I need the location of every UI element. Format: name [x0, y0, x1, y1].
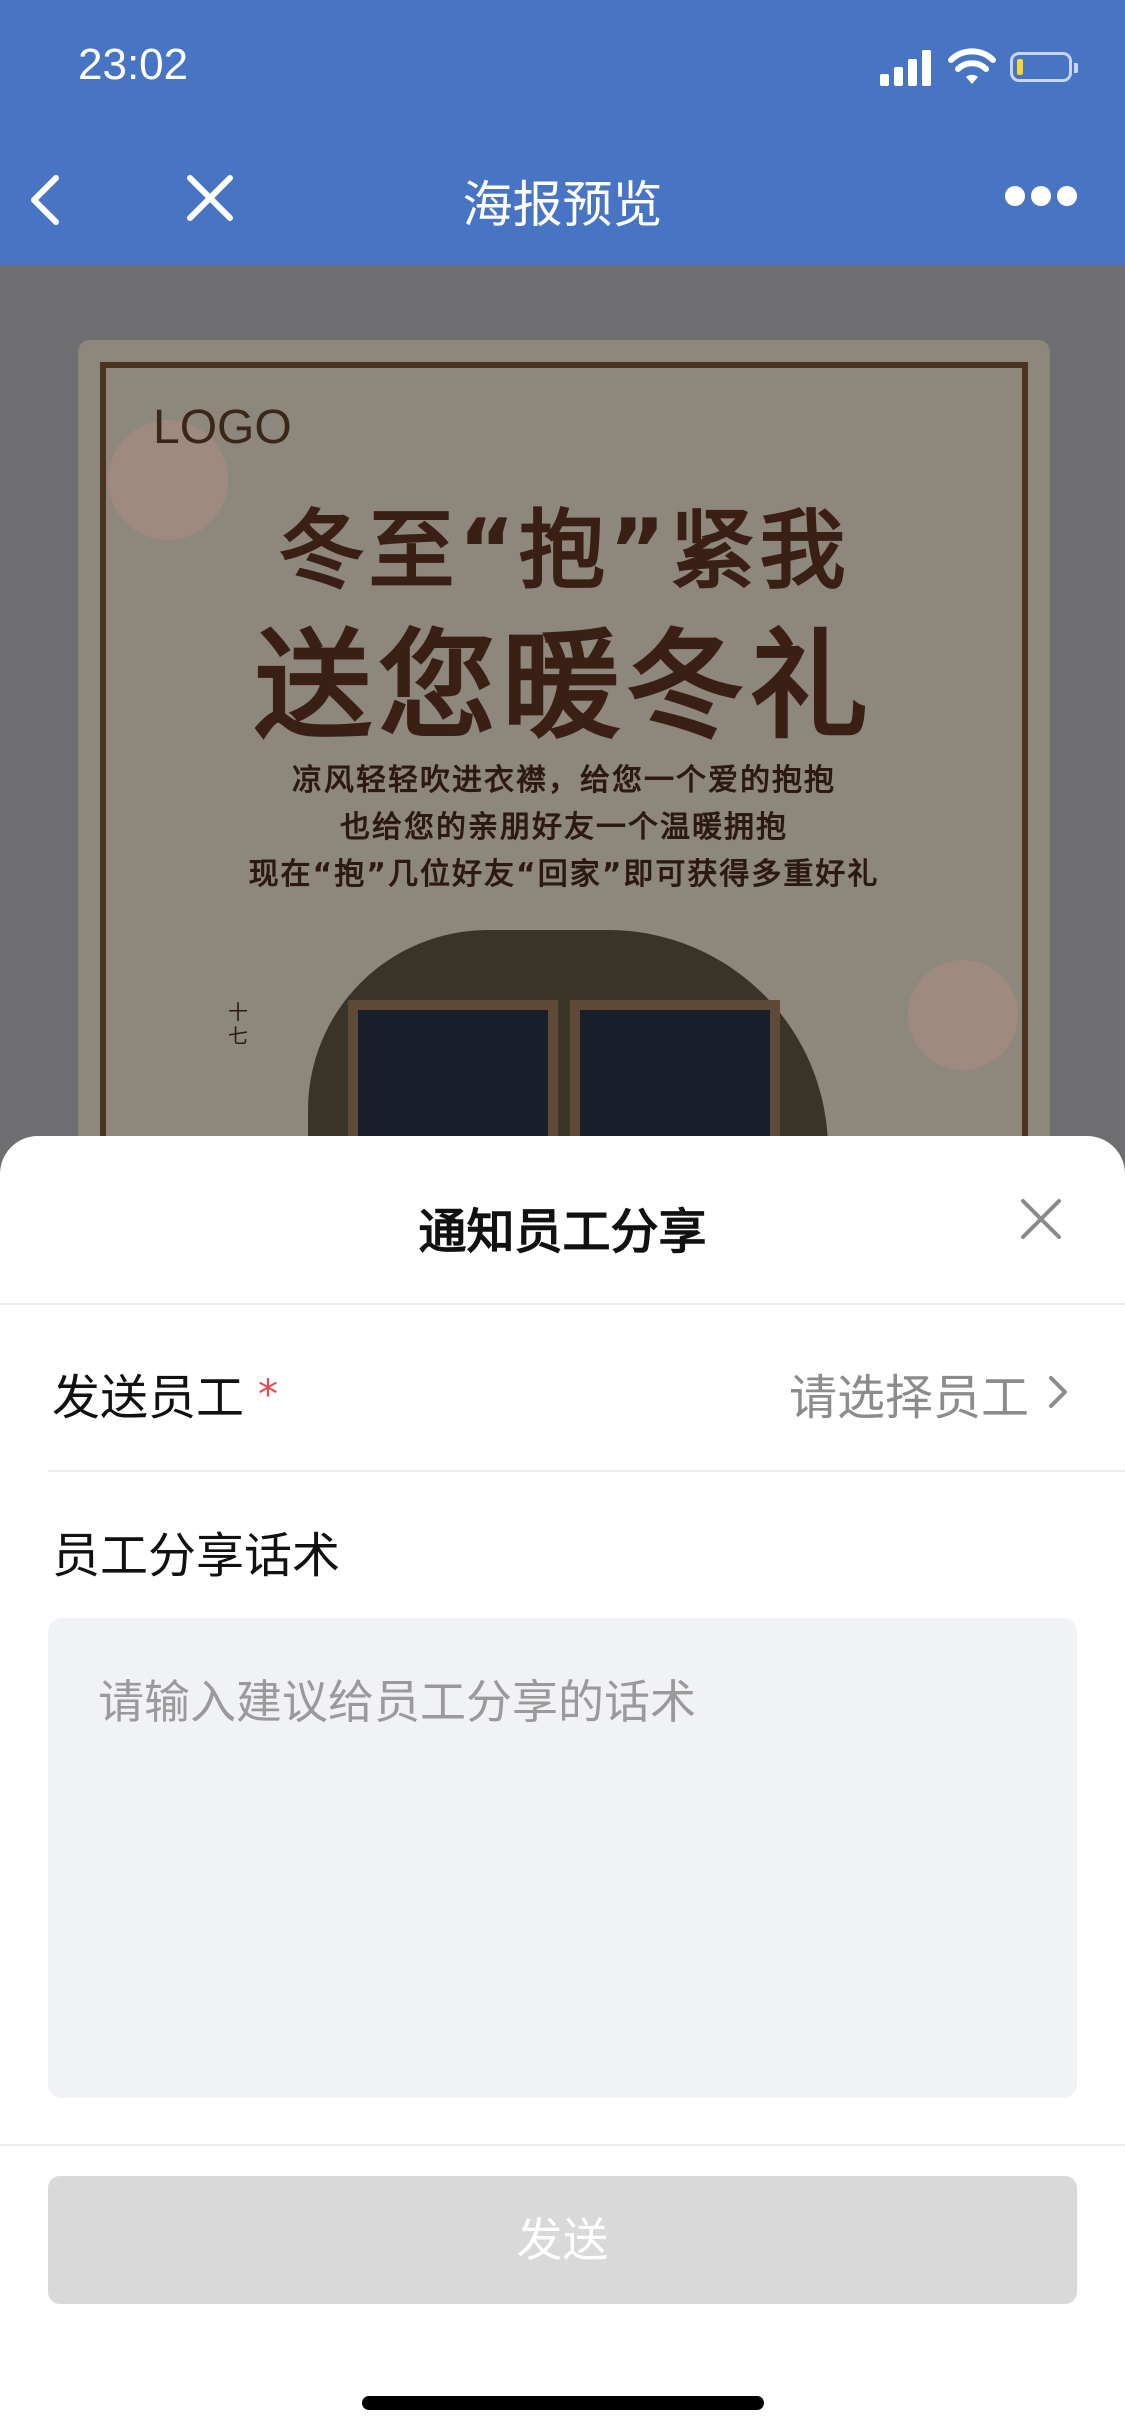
send-button[interactable]: 发送 [48, 2176, 1077, 2304]
poster-preview: LOGO 冬至“抱”紧我 送您暖冬礼 凉风轻轻吹进衣襟，给您一个爱的抱抱 也给您… [78, 340, 1050, 1240]
poster-body-line: 也给您的亲朋好友一个温暖拥抱 [340, 810, 788, 845]
employee-select[interactable]: 请选择员工 [789, 1358, 1029, 1428]
divider [48, 1470, 1125, 1472]
share-script-label: 员工分享话术 [52, 1528, 341, 1584]
required-mark: * [258, 1372, 279, 1418]
sheet-title: 通知员工分享 [418, 1204, 707, 1260]
poster-body-line: 现在“抱”几位好友“回家”即可获得多重好礼 [248, 857, 880, 892]
close-icon[interactable] [1018, 1196, 1064, 1242]
cellular-signal-icon [880, 50, 934, 86]
poster-headline: 冬至“抱”紧我 [278, 501, 850, 601]
share-script-textarea[interactable]: 请输入建议给员工分享的话术 [48, 1618, 1077, 2098]
divider [0, 2144, 1125, 2146]
poster-stamp: 十七 [228, 1000, 248, 1048]
share-bottom-sheet: 通知员工分享 发送员工 * 请选择员工 员工分享话术 请输入建议给员工分享的话术 … [0, 1136, 1125, 2436]
battery-icon [1010, 52, 1078, 82]
send-employee-label-text: 发送员工 [52, 1370, 245, 1426]
chevron-right-icon[interactable] [1043, 1372, 1073, 1412]
poster-logo: LOGO [153, 401, 292, 454]
poster-body-line: 凉风轻轻吹进衣襟，给您一个爱的抱抱 [292, 763, 836, 798]
more-options-icon[interactable] [1005, 186, 1077, 208]
wifi-icon [948, 48, 996, 84]
page-title: 海报预览 [462, 176, 663, 234]
textarea-placeholder: 请输入建议给员工分享的话术 [98, 1675, 696, 1729]
top-bar: 23:02 海报预览 [0, 0, 1125, 265]
divider [0, 1303, 1125, 1305]
status-time: 23:02 [78, 40, 189, 89]
send-employee-label: 发送员工 * [52, 1358, 278, 1428]
home-indicator [362, 2396, 764, 2410]
poster-subheadline: 送您暖冬礼 [253, 617, 874, 755]
